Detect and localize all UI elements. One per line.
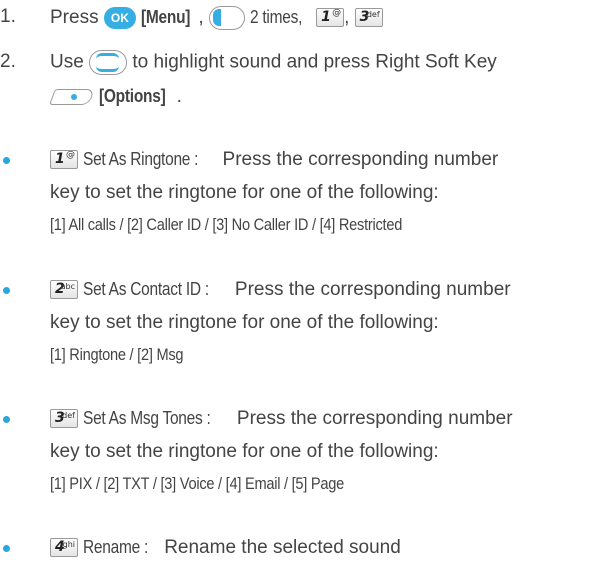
option-description: Rename the selected sound: [158, 537, 401, 558]
key-1-icon: 1 @: [316, 8, 345, 28]
bullet-line-2: key to set the ringtone for one of the f…: [50, 310, 439, 336]
option-set-as-contact-id: 2 abc Set As Contact ID : Press the corre…: [0, 276, 610, 376]
option-choices: [1] All calls / [2] Caller ID / [3] No C…: [50, 215, 403, 234]
option-set-as-ringtone: 1 @ Set As Ringtone : Press the correspon…: [0, 146, 610, 246]
bullet-icon: [3, 287, 10, 294]
key-letters: def: [366, 10, 380, 20]
option-description: key to set the ringtone for one of the f…: [50, 182, 439, 203]
bullet-icon: [3, 545, 10, 552]
key-3-icon: 3 def: [354, 8, 383, 28]
step-2-instruction: to highlight sound and press Right Soft …: [132, 51, 497, 73]
option-set-as-msg-tones: 3 def Set As Msg Tones : Press the corres…: [0, 405, 610, 505]
bullet-line-3: [1] Ringtone / [2] Msg: [50, 342, 205, 368]
options-label: [Options]: [99, 86, 166, 106]
key-number: 1: [321, 9, 331, 26]
bullet-line-1: 4 ghi Rename : Rename the selected sound: [50, 534, 401, 561]
step-2-line-2: [Options].: [49, 84, 182, 109]
menu-label: [Menu]: [141, 7, 191, 27]
option-description: Press the corresponding number: [231, 408, 513, 429]
comma: ,: [344, 7, 350, 28]
comma: ,: [198, 7, 204, 28]
times-text: 2 times,: [250, 7, 303, 27]
step-1-text: Press OK [Menu], 2 times, 1 @, 3 def: [50, 5, 383, 30]
option-description: Press the corresponding number: [229, 279, 511, 300]
option-title: Set As Ringtone :: [83, 149, 199, 169]
key-3-icon: 3 def: [50, 409, 78, 429]
step-number: 1.: [0, 6, 16, 27]
bullet-line-2: key to set the ringtone for one of the f…: [50, 180, 439, 206]
key-letters: @: [66, 150, 75, 161]
key-2-icon: 2 abc: [50, 280, 78, 300]
key-4-icon: 4 ghi: [50, 538, 78, 558]
key-1-icon: 1 @: [50, 150, 78, 170]
option-description: key to set the ringtone for one of the f…: [50, 441, 439, 462]
step-1-press: Press: [50, 7, 99, 28]
bullet-line-1: 3 def Set As Msg Tones : Press the corres…: [50, 405, 513, 432]
bullet-icon: [3, 157, 10, 164]
key-letters: @: [332, 8, 342, 19]
step-2: 2. Use to highlight sound and press Righ…: [0, 48, 610, 108]
bullet-line-1: 2 abc Set As Contact ID : Press the corre…: [50, 276, 511, 303]
option-title: Rename :: [83, 537, 149, 557]
nav-left-key-icon: [208, 5, 245, 30]
nav-up-down-key-icon: [89, 50, 128, 75]
step-2-use: Use: [50, 51, 84, 73]
bullet-line-3: [1] PIX / [2] TXT / [3] Voice / [4] Emai…: [50, 471, 392, 497]
option-title: Set As Msg Tones :: [83, 408, 211, 428]
key-letters: abc: [60, 282, 75, 292]
key-letters: ghi: [62, 540, 75, 550]
option-rename: 4 ghi Rename : Rename the selected sound: [0, 534, 610, 564]
step-1: 1. Press OK [Menu], 2 times, 1 @, 3 def: [0, 5, 610, 31]
step-number: 2.: [0, 51, 16, 72]
bullet-line-2: key to set the ringtone for one of the f…: [50, 439, 439, 465]
period: .: [176, 86, 182, 107]
bullet-icon: [3, 416, 10, 423]
bullet-line-1: 1 @ Set As Ringtone : Press the correspon…: [50, 146, 498, 173]
bullet-line-3: [1] All calls / [2] Caller ID / [3] No C…: [50, 212, 459, 238]
option-choices: [1] Ringtone / [2] Msg: [50, 345, 184, 364]
option-description: Press the corresponding number: [217, 149, 499, 170]
right-soft-key-icon: [49, 86, 95, 108]
ok-key-icon: OK: [103, 6, 136, 29]
manual-page: 1. Press OK [Menu], 2 times, 1 @, 3 def 2.…: [0, 0, 610, 569]
option-description: key to set the ringtone for one of the f…: [50, 312, 439, 333]
key-number: 1: [55, 151, 65, 168]
option-title: Set As Contact ID :: [83, 279, 210, 299]
option-choices: [1] PIX / [2] TXT / [3] Voice / [4] Emai…: [50, 474, 345, 493]
step-2-line-1: Use to highlight sound and press Right S…: [50, 50, 497, 75]
key-letters: def: [62, 411, 75, 421]
